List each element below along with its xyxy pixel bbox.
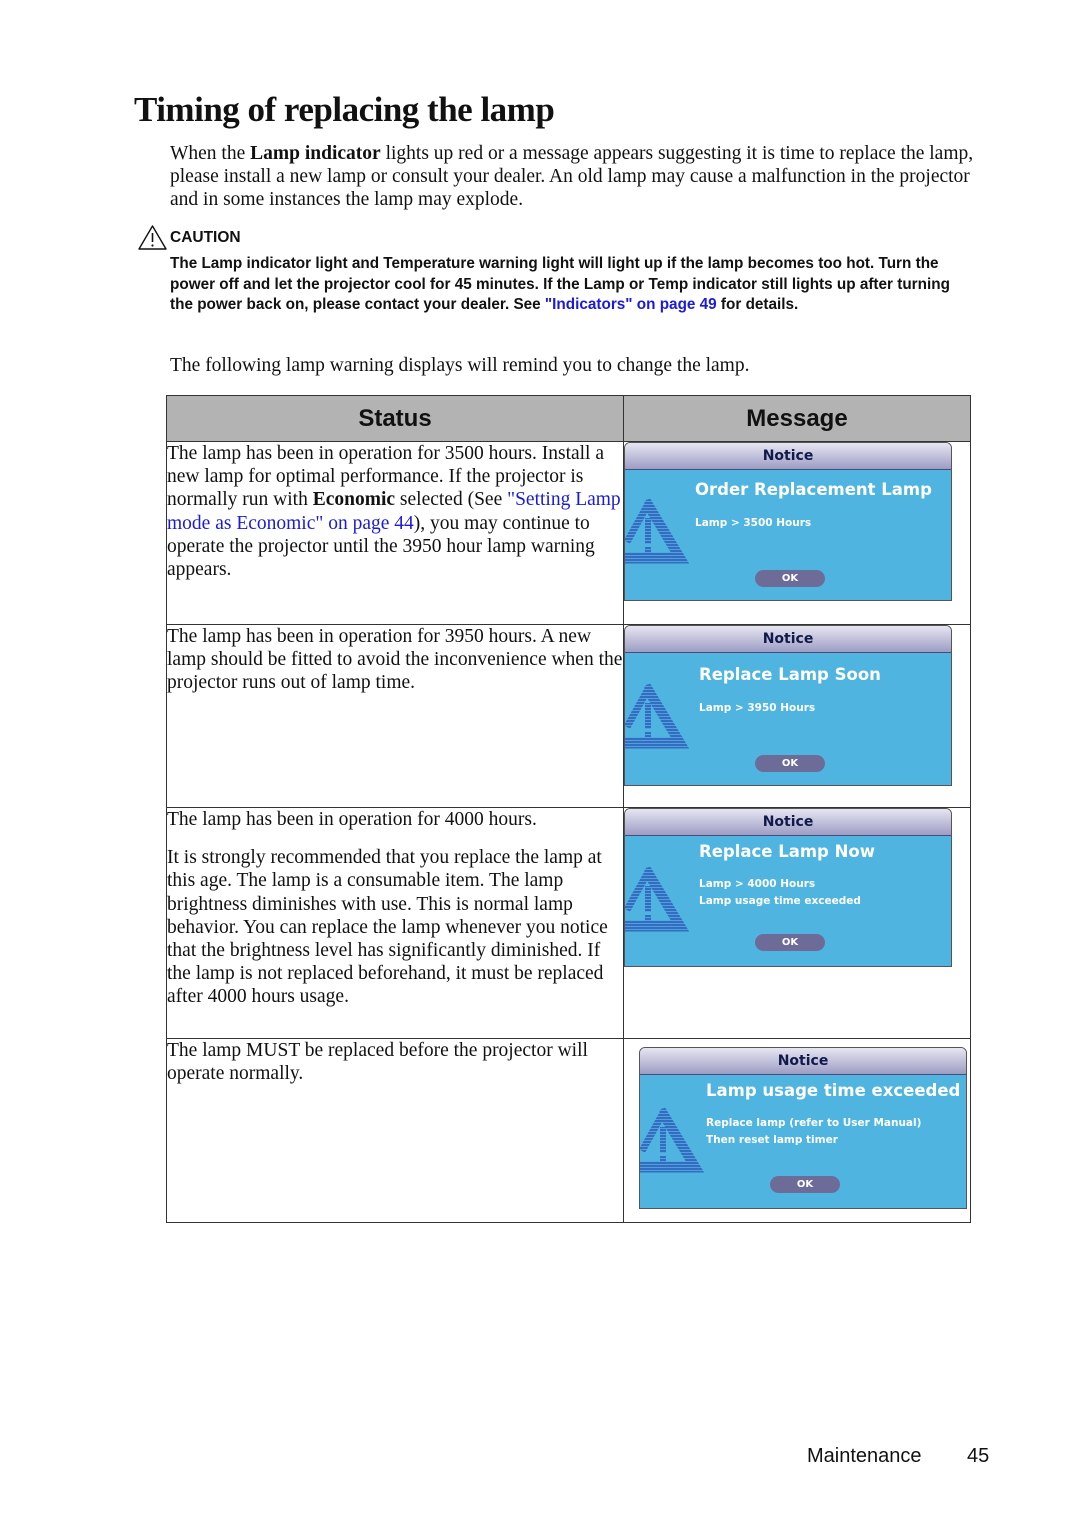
notice-header: Notice xyxy=(625,443,951,470)
status-cell: The lamp has been in operation for 3500 … xyxy=(166,441,624,625)
ok-button[interactable]: OK xyxy=(755,934,825,951)
notice-body: Replace Lamp Now Lamp > 4000 Hours Lamp … xyxy=(625,836,951,966)
warning-triangle-icon xyxy=(640,1107,705,1173)
notice-body: Lamp usage time exceeded Replace lamp (r… xyxy=(640,1075,966,1208)
header-message: Message xyxy=(623,395,971,442)
ok-button[interactable]: OK xyxy=(755,755,825,772)
status-cell: The lamp MUST be replaced before the pro… xyxy=(166,1038,624,1223)
table-row: The lamp has been in operation for 4000 … xyxy=(166,807,971,1039)
indicators-link[interactable]: "Indicators" on page 49 xyxy=(545,296,717,313)
status-cell: The lamp has been in operation for 3950 … xyxy=(166,624,624,808)
intro-text: When the xyxy=(170,143,251,164)
notice-body: Order Replacement Lamp Lamp > 3500 Hours… xyxy=(625,470,951,600)
notice-line: Then reset lamp timer xyxy=(706,1134,838,1146)
warning-triangle-icon xyxy=(625,866,690,932)
notice-header: Notice xyxy=(625,626,951,653)
intro-paragraph: When the Lamp indicator lights up red or… xyxy=(170,142,980,212)
warning-triangle-icon xyxy=(625,683,690,749)
notice-header: Notice xyxy=(640,1048,966,1075)
notice-lines: Replace lamp (refer to User Manual) Then… xyxy=(706,1115,921,1149)
table-header-row: Status Message xyxy=(166,395,971,442)
footer-section-label: Maintenance xyxy=(807,1445,922,1467)
message-cell: Notice Replace Lamp Now Lamp > 4000 Hour… xyxy=(623,807,971,1039)
status-text: The lamp has been in operation for 3950 … xyxy=(167,626,623,694)
notice-line: Lamp usage time exceeded xyxy=(699,895,861,907)
message-cell: Notice Lamp usage time exceeded Replace … xyxy=(623,1038,971,1223)
page-title: Timing of replacing the lamp xyxy=(134,90,555,129)
message-cell: Notice Replace Lamp Soon Lamp > 3950 Hou… xyxy=(623,624,971,808)
status-bold: Economic xyxy=(312,489,396,511)
status-text: The lamp has been in operation for 3500 … xyxy=(167,442,623,581)
notice-lines: Lamp > 3500 Hours xyxy=(695,515,811,532)
table-row: The lamp MUST be replaced before the pro… xyxy=(166,1038,971,1223)
notice-header: Notice xyxy=(625,809,951,836)
notice-title: Order Replacement Lamp xyxy=(695,480,932,499)
notice-lines: Lamp > 4000 Hours Lamp usage time exceed… xyxy=(699,876,861,910)
warning-triangle-icon xyxy=(625,498,690,564)
warning-triangle-icon xyxy=(138,225,167,250)
lamp-warning-table: Status Message The lamp has been in oper… xyxy=(166,395,971,1223)
notice-title: Replace Lamp Now xyxy=(699,842,875,861)
status-cell: The lamp has been in operation for 4000 … xyxy=(166,807,624,1039)
message-cell: Notice Order Replacement Lamp Lamp > 350… xyxy=(623,441,971,625)
status-text: The lamp MUST be replaced before the pro… xyxy=(167,1040,588,1085)
notice-lines: Lamp > 3950 Hours xyxy=(699,700,815,717)
notice-line: Replace lamp (refer to User Manual) xyxy=(706,1117,922,1129)
status-text-detail: It is strongly recommended that you repl… xyxy=(167,847,608,1008)
notice-dialog: Notice Replace Lamp Soon Lamp > 3950 Hou… xyxy=(624,625,952,786)
notice-title: Lamp usage time exceeded xyxy=(706,1081,961,1100)
following-text: The following lamp warning displays will… xyxy=(170,355,750,376)
status-text: The lamp has been in operation for 4000 … xyxy=(167,809,537,830)
page-number: 45 xyxy=(967,1445,990,1467)
intro-bold: Lamp indicator xyxy=(250,143,381,164)
notice-title: Replace Lamp Soon xyxy=(699,665,881,684)
caution-text: The Lamp indicator light and Temperature… xyxy=(170,254,975,316)
ok-button[interactable]: OK xyxy=(770,1176,840,1193)
caution-heading: CAUTION xyxy=(137,224,241,251)
caution-label: CAUTION xyxy=(170,228,241,246)
notice-body: Replace Lamp Soon Lamp > 3950 Hours OK xyxy=(625,653,951,785)
table-row: The lamp has been in operation for 3950 … xyxy=(166,624,971,808)
header-status: Status xyxy=(166,395,624,442)
caution-text-suffix: for details. xyxy=(716,296,799,314)
notice-line: Lamp > 4000 Hours xyxy=(699,878,816,890)
notice-line: Lamp > 3500 Hours xyxy=(695,517,812,529)
ok-button[interactable]: OK xyxy=(755,570,825,587)
table-row: The lamp has been in operation for 3500 … xyxy=(166,441,971,625)
notice-dialog: Notice Replace Lamp Now Lamp > 4000 Hour… xyxy=(624,808,952,967)
notice-dialog: Notice Order Replacement Lamp Lamp > 350… xyxy=(624,442,952,601)
notice-line: Lamp > 3950 Hours xyxy=(699,702,816,714)
notice-dialog: Notice Lamp usage time exceeded Replace … xyxy=(639,1047,967,1209)
status-text-b: selected (See xyxy=(395,489,508,511)
